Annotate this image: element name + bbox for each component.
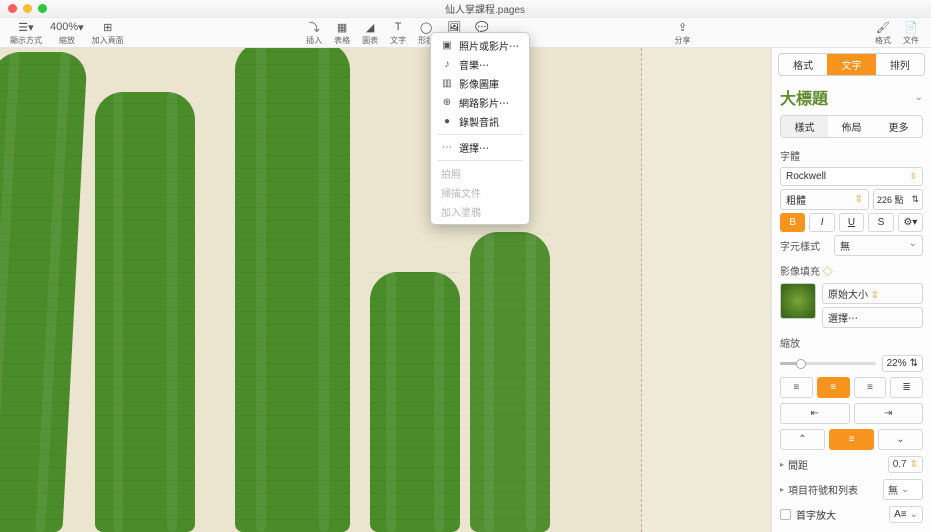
chevron-down-icon: ⌄ [909, 238, 917, 253]
indent-button[interactable]: ⇥ [854, 403, 924, 424]
view-mode-button[interactable]: ☰▾ 顯示方式 [6, 20, 46, 46]
italic-button[interactable]: I [809, 213, 834, 232]
menu-record-audio[interactable]: ●錄製音訊 [431, 112, 529, 131]
font-section-label: 字體 [772, 144, 931, 165]
chevron-down-icon: ⌄ [910, 509, 918, 520]
tab-text[interactable]: 文字 [827, 54, 875, 75]
table-button[interactable]: ▦ 表格 [328, 20, 356, 46]
disclosure-triangle-icon: ▸ [780, 485, 784, 494]
chevron-down-icon: ⌄ [901, 484, 909, 495]
align-right-button[interactable]: ≡ [854, 377, 887, 398]
share-button[interactable]: ⇪ 分享 [669, 20, 697, 46]
character-style-select[interactable]: 無 ⌄ [834, 235, 923, 256]
cactus-illustration [470, 232, 550, 532]
page-margin-area [641, 48, 771, 532]
photo-icon: ▣ [441, 40, 453, 51]
scale-slider[interactable] [780, 362, 876, 365]
scale-label: 縮放 [772, 331, 931, 352]
globe-icon: ⊕ [441, 97, 453, 108]
chevron-up-down-icon: ⇳ [910, 459, 918, 470]
zoom-button[interactable]: 400% ▾ 縮放 [46, 20, 88, 46]
cactus-illustration [235, 48, 350, 532]
close-window-button[interactable] [8, 4, 17, 13]
traffic-lights [8, 4, 47, 13]
menu-separator [437, 134, 523, 135]
insert-button[interactable]: ⤵ 插入 [300, 20, 328, 46]
tab-format[interactable]: 格式 [779, 54, 827, 75]
dropcap-checkbox[interactable] [780, 509, 791, 520]
format-inspector: 格式 文字 排列 大標題 ⌄ 樣式 佈局 更多 字體 Rockwell ⇳ 粗體… [771, 48, 931, 532]
inspector-mode-tabs: 格式 文字 排列 [778, 53, 925, 76]
chevron-down-icon: ⌄ [915, 92, 923, 103]
font-weight-select[interactable]: 粗體 ⇳ [780, 189, 869, 210]
outdent-button[interactable]: ⇤ [780, 403, 850, 424]
stepper-arrows-icon: ⇅ [911, 194, 919, 205]
menu-web-video[interactable]: ⊕網路影片⋯ [431, 93, 529, 112]
strikethrough-button[interactable]: S [868, 213, 893, 232]
format-inspector-button[interactable]: 🖌 格式 [869, 20, 897, 46]
bullets-lists-row[interactable]: ▸ 項目符號和列表 無 ⌄ [780, 479, 923, 500]
character-style-label: 字元樣式 [780, 238, 830, 253]
menu-take-photo: 拍照 [431, 164, 529, 183]
microphone-icon: ● [441, 116, 453, 127]
dropcap-label: 首字放大 [796, 507, 836, 522]
image-fill-mode-select[interactable]: 原始大小 ⇳ [822, 283, 923, 304]
text-options-button[interactable]: ⚙▾ [898, 213, 923, 232]
line-spacing-row[interactable]: ▸ 間距 0.7 ⇳ [780, 456, 923, 473]
chevron-up-down-icon: ⇳ [909, 171, 917, 182]
font-size-stepper[interactable]: 226 點 ⇅ [873, 189, 923, 210]
text-subtabs: 樣式 佈局 更多 [780, 115, 923, 138]
disclosure-triangle-icon: ▸ [780, 460, 784, 469]
menu-image-gallery[interactable]: ▥影像圖庫 [431, 74, 529, 93]
line-spacing-stepper[interactable]: 0.7 ⇳ [888, 456, 923, 473]
image-fill-choose-button[interactable]: 選擇⋯ [822, 307, 923, 328]
add-page-button[interactable]: ⊞ 加入頁面 [88, 20, 128, 46]
menu-scan-documents: 掃描文件 [431, 183, 529, 202]
document-canvas[interactable] [0, 48, 771, 532]
chart-button[interactable]: ◢ 圖表 [356, 20, 384, 46]
document-inspector-button[interactable]: 📄 文件 [897, 20, 925, 46]
chevron-up-down-icon: ⇳ [871, 290, 879, 301]
vertical-alignment: ⌃ ≡ ⌄ [780, 429, 923, 450]
bullets-select[interactable]: 無 ⌄ [883, 479, 923, 500]
scale-value-stepper[interactable]: 22%⇅ [882, 355, 923, 372]
subtab-layout[interactable]: 佈局 [828, 116, 875, 137]
subtab-more[interactable]: 更多 [875, 116, 922, 137]
menu-choose[interactable]: ⋯選擇⋯ [431, 138, 529, 157]
indent-controls: ⇤ ⇥ [780, 403, 923, 424]
valign-bottom-button[interactable]: ⌄ [878, 429, 923, 450]
stepper-arrows-icon: ⇅ [910, 358, 918, 369]
valign-middle-button[interactable]: ≡ [829, 429, 874, 450]
text-button[interactable]: T 文字 [384, 20, 412, 46]
horizontal-alignment: ≡ ≡ ≡ ≣ [780, 377, 923, 398]
ellipsis-icon: ⋯ [441, 142, 453, 153]
chevron-up-down-icon: ⇳ [855, 194, 863, 205]
cactus-illustration [95, 92, 195, 532]
valign-top-button[interactable]: ⌃ [780, 429, 825, 450]
align-center-button[interactable]: ≡ [817, 377, 850, 398]
menu-separator [437, 160, 523, 161]
paragraph-style-picker[interactable]: 大標題 ⌄ [772, 81, 931, 113]
music-icon: ♪ [441, 59, 453, 70]
font-family-select[interactable]: Rockwell ⇳ [780, 167, 923, 186]
image-fill-thumbnail[interactable] [780, 283, 816, 319]
minimize-window-button[interactable] [23, 4, 32, 13]
bold-button[interactable]: B [780, 213, 805, 232]
subtab-style[interactable]: 樣式 [781, 116, 828, 137]
zoom-window-button[interactable] [38, 4, 47, 13]
align-left-button[interactable]: ≡ [780, 377, 813, 398]
media-dropdown-menu: ▣照片或影片⋯ ♪音樂⋯ ▥影像圖庫 ⊕網路影片⋯ ●錄製音訊 ⋯選擇⋯ 拍照 … [430, 32, 530, 225]
window-title: 仙人掌課程.pages [47, 1, 923, 16]
cactus-illustration [370, 272, 460, 532]
gallery-icon: ▥ [441, 78, 453, 89]
align-justify-button[interactable]: ≣ [890, 377, 923, 398]
image-fill-label: 影像填充 ◇ [772, 259, 931, 280]
window-titlebar: 仙人掌課程.pages [0, 0, 931, 18]
menu-add-sketch: 加入塗鴉 [431, 202, 529, 221]
tab-arrange[interactable]: 排列 [876, 54, 924, 75]
dropcap-style-select[interactable]: A≡ ⌄ [889, 506, 923, 523]
menu-music[interactable]: ♪音樂⋯ [431, 55, 529, 74]
menu-photos-or-movies[interactable]: ▣照片或影片⋯ [431, 36, 529, 55]
underline-button[interactable]: U [839, 213, 864, 232]
